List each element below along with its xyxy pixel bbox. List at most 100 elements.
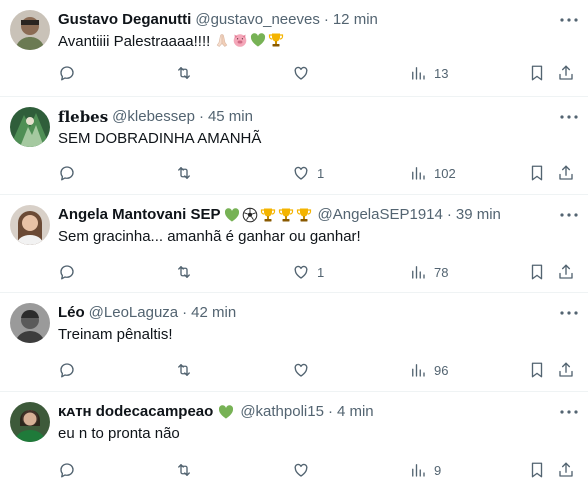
tweet-header: Gustavo Deganutti @gustavo_neeves · 12 m… <box>58 10 558 30</box>
reply-feed: Gustavo Deganutti @gustavo_neeves · 12 m… <box>0 0 588 494</box>
retweet-button[interactable] <box>175 63 200 83</box>
reply-icon <box>58 461 76 479</box>
share-button[interactable] <box>557 360 575 380</box>
author-handle[interactable]: @kathpoli15 <box>240 402 324 422</box>
views-count: 96 <box>434 362 449 378</box>
like-button[interactable]: 1 <box>292 262 324 282</box>
author-handle[interactable]: @AngelaSEP1914 <box>318 205 443 225</box>
share-button[interactable] <box>557 163 575 183</box>
reply-button[interactable] <box>58 360 83 380</box>
views-count: 13 <box>434 65 449 81</box>
author-name[interactable]: 𝐟𝐥𝐞𝐛𝐞𝐬 <box>58 107 108 127</box>
timestamp[interactable]: 45 min <box>208 107 253 127</box>
tweet-item[interactable]: ᴋᴀᴛʜ dodecacampeao @kathpoli15 · 4 min e… <box>0 392 588 494</box>
more-icon[interactable] <box>560 107 578 127</box>
reply-button[interactable] <box>58 163 83 183</box>
like-button[interactable]: 1 <box>292 163 324 183</box>
share-button[interactable] <box>557 460 575 480</box>
like-button[interactable] <box>292 460 317 480</box>
views-count: 102 <box>434 165 456 181</box>
bookmark-icon <box>528 263 546 281</box>
author-name[interactable]: ᴋᴀᴛʜ dodecacampeao <box>58 402 213 422</box>
views-count: 78 <box>434 264 449 280</box>
timestamp[interactable]: 42 min <box>191 303 236 323</box>
tweet-item[interactable]: Gustavo Deganutti @gustavo_neeves · 12 m… <box>0 0 588 97</box>
retweet-icon <box>175 461 193 479</box>
avatar[interactable] <box>10 402 50 442</box>
more-icon[interactable] <box>560 205 578 225</box>
tweet-text: SEM DOBRADINHA AMANHÃ <box>58 129 568 149</box>
more-icon[interactable] <box>560 10 578 30</box>
share-icon <box>557 361 575 379</box>
views-button[interactable]: 9 <box>409 460 441 480</box>
timestamp[interactable]: 12 min <box>333 10 378 30</box>
author-name[interactable]: Angela Mantovani SEP <box>58 205 221 225</box>
tweet-header: 𝐟𝐥𝐞𝐛𝐞𝐬 @klebessep · 45 min <box>58 107 558 127</box>
retweet-button[interactable] <box>175 262 200 282</box>
author-name[interactable]: Léo <box>58 303 85 323</box>
bookmark-button[interactable] <box>528 163 546 183</box>
like-icon <box>292 361 310 379</box>
trophy-icon <box>278 207 294 223</box>
pig-face-icon <box>232 32 248 48</box>
tweet-text-content: Sem gracinha... amanhã é ganhar ou ganha… <box>58 228 361 245</box>
tweet-header: Léo @LeoLaguza · 42 min <box>58 303 558 323</box>
tweet-actions: 1 102 <box>58 163 588 183</box>
bookmark-icon <box>528 64 546 82</box>
tweet-item[interactable]: Léo @LeoLaguza · 42 min Treinam pênaltis… <box>0 293 588 392</box>
timestamp[interactable]: 39 min <box>456 205 501 225</box>
trophy-icon <box>260 207 276 223</box>
tweet-item[interactable]: Angela Mantovani SEP @AngelaSEP1914 · 39… <box>0 195 588 293</box>
retweet-button[interactable] <box>175 460 200 480</box>
tweet-text-content: Avantiiii Palestraaaa!!!! <box>58 33 215 50</box>
like-icon <box>292 64 310 82</box>
bookmark-button[interactable] <box>528 460 546 480</box>
retweet-icon <box>175 164 193 182</box>
tweet-header: Angela Mantovani SEP @AngelaSEP1914 · 39… <box>58 205 558 225</box>
views-button[interactable]: 78 <box>409 262 448 282</box>
separator-dot: · <box>323 11 329 28</box>
bookmark-button[interactable] <box>528 63 546 83</box>
views-icon <box>409 164 427 182</box>
retweet-button[interactable] <box>175 360 200 380</box>
separator-dot: · <box>182 304 188 321</box>
views-icon <box>409 263 427 281</box>
green-heart-icon <box>250 32 266 48</box>
author-name[interactable]: Gustavo Deganutti <box>58 10 191 30</box>
author-handle[interactable]: @klebessep <box>112 107 195 127</box>
separator-dot: · <box>327 403 333 420</box>
reply-button[interactable] <box>58 63 83 83</box>
like-button[interactable] <box>292 63 317 83</box>
views-button[interactable]: 13 <box>409 63 448 83</box>
share-icon <box>557 164 575 182</box>
timestamp[interactable]: 4 min <box>337 402 374 422</box>
views-button[interactable]: 96 <box>409 360 448 380</box>
retweet-icon <box>175 361 193 379</box>
views-count: 9 <box>434 462 442 478</box>
like-button[interactable] <box>292 360 317 380</box>
reply-button[interactable] <box>58 262 83 282</box>
more-icon[interactable] <box>560 402 578 422</box>
share-icon <box>557 64 575 82</box>
share-button[interactable] <box>557 262 575 282</box>
author-handle[interactable]: @LeoLaguza <box>89 303 178 323</box>
avatar[interactable] <box>10 107 50 147</box>
bookmark-button[interactable] <box>528 262 546 282</box>
avatar[interactable] <box>10 303 50 343</box>
views-button[interactable]: 102 <box>409 163 456 183</box>
tweet-text-content: SEM DOBRADINHA AMANHÃ <box>58 130 262 147</box>
more-icon[interactable] <box>560 303 578 323</box>
bookmark-button[interactable] <box>528 360 546 380</box>
author-handle[interactable]: @gustavo_neeves <box>195 10 319 30</box>
share-button[interactable] <box>557 63 575 83</box>
retweet-button[interactable] <box>175 163 200 183</box>
share-icon <box>557 461 575 479</box>
reply-button[interactable] <box>58 460 83 480</box>
avatar[interactable] <box>10 205 50 245</box>
retweet-icon <box>175 64 193 82</box>
avatar[interactable] <box>10 10 50 50</box>
bookmark-icon <box>528 461 546 479</box>
retweet-icon <box>175 263 193 281</box>
tweet-text-content: eu n to pronta não <box>58 425 180 442</box>
tweet-item[interactable]: 𝐟𝐥𝐞𝐛𝐞𝐬 @klebessep · 45 min SEM DOBRADINH… <box>0 97 588 195</box>
